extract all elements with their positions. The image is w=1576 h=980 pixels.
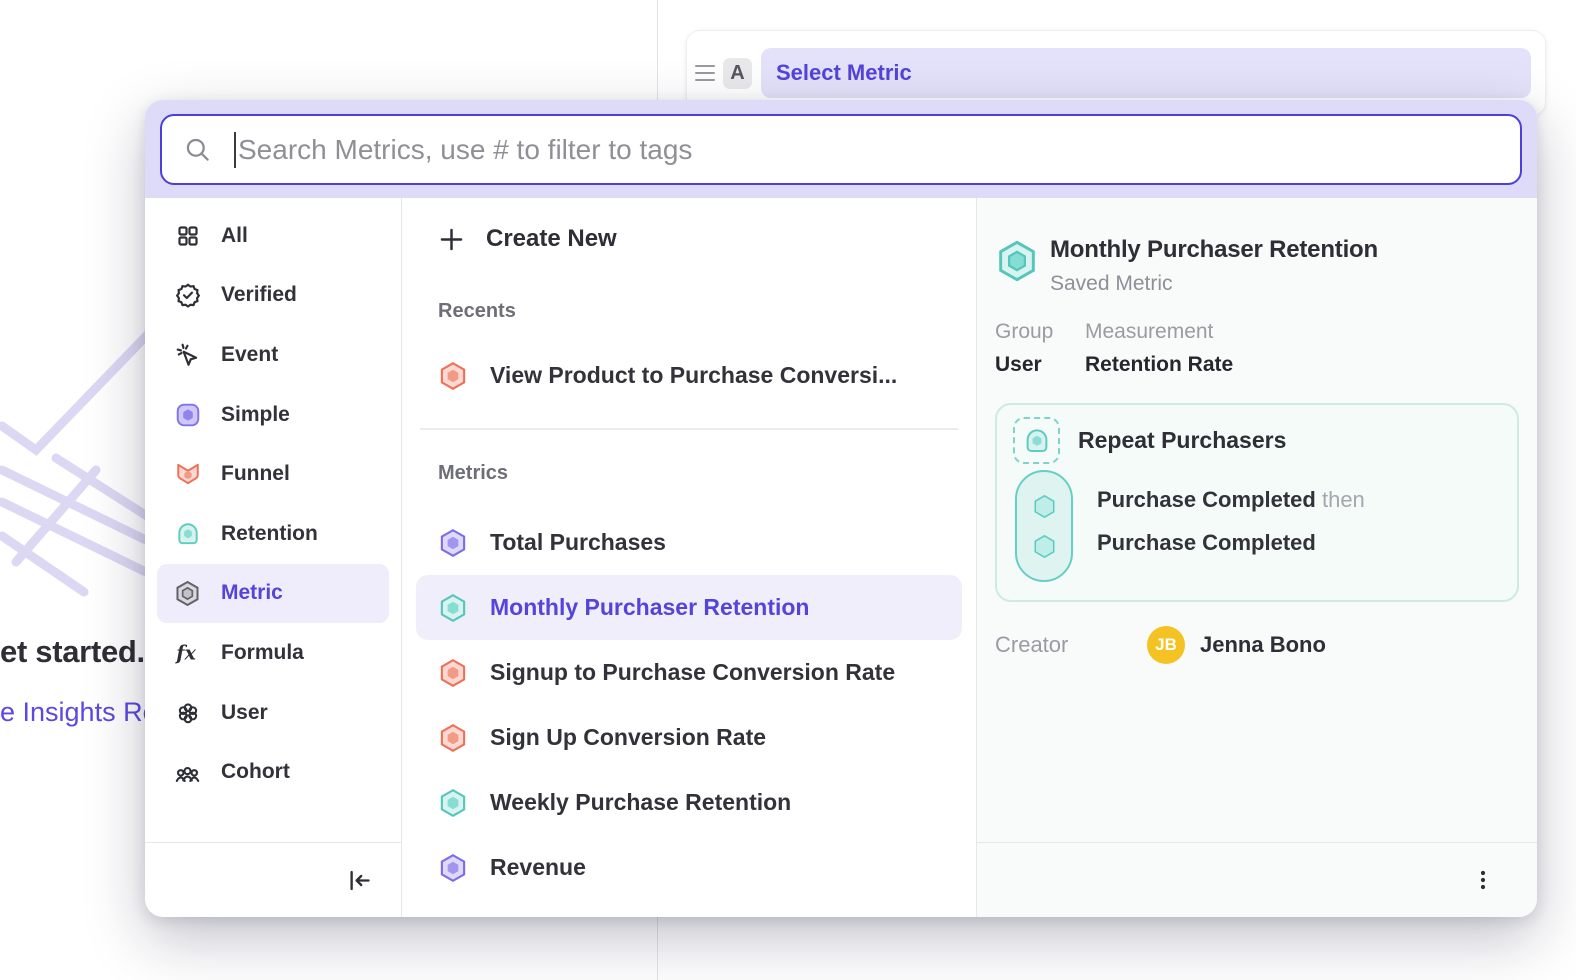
metric-list-item[interactable]: Revenue: [416, 835, 962, 900]
event-sequence-capsule: [1015, 470, 1073, 582]
sidebar-item-verified[interactable]: Verified: [157, 266, 389, 326]
sidebar-item-label: Verified: [221, 283, 297, 307]
sidebar-item-metric[interactable]: Metric: [157, 564, 389, 624]
cohort-icon: [174, 759, 201, 786]
event-hexagon-icon: [1031, 533, 1058, 560]
sidebar-item-label: Formula: [221, 641, 304, 665]
creator-label: Creator: [995, 632, 1147, 658]
more-options-icon[interactable]: [1471, 868, 1495, 892]
detail-footer: [977, 842, 1537, 917]
sidebar-item-label: Event: [221, 343, 278, 367]
metric-item-label: Revenue: [490, 854, 586, 881]
behavior-icon: [1013, 417, 1060, 464]
metric-item-label: Total Purchases: [490, 529, 666, 556]
sidebar-item-simple[interactable]: Simple: [157, 385, 389, 445]
metric-item-label: Weekly Purchase Retention: [490, 789, 791, 816]
detail-subtitle: Saved Metric: [1050, 272, 1378, 296]
behavior-step-1: Purchase Completed then: [1097, 487, 1365, 513]
sidebar-item-funnel[interactable]: Funnel: [157, 444, 389, 504]
sidebar-item-label: User: [221, 701, 268, 725]
recent-item[interactable]: View Product to Purchase Conversi...: [416, 343, 962, 408]
list-divider: [420, 428, 958, 430]
sidebar-item-formula[interactable]: fx Formula: [157, 623, 389, 683]
funnel-icon: [174, 461, 201, 488]
sidebar-item-label: Funnel: [221, 462, 290, 486]
detail-title: Monthly Purchaser Retention: [1050, 236, 1378, 264]
behavior-step-2: Purchase Completed: [1097, 530, 1365, 556]
group-value: User: [995, 353, 1085, 377]
retention-icon: [174, 520, 201, 547]
series-a-badge[interactable]: A: [723, 58, 752, 89]
purple-metric-icon: [438, 528, 468, 558]
creator-name: Jenna Bono: [1200, 632, 1326, 658]
sidebar-item-event[interactable]: Event: [157, 325, 389, 385]
sidebar-item-label: Cohort: [221, 760, 290, 784]
behavior-definition-card: Repeat Purchasers: [995, 403, 1519, 602]
sidebar-footer: [145, 842, 401, 917]
metric-list-item-selected[interactable]: Monthly Purchaser Retention: [416, 575, 962, 640]
teal-metric-icon: [438, 593, 468, 623]
saved-metric-icon: [995, 238, 1039, 284]
creator-avatar: JB: [1147, 626, 1185, 664]
funnel-metric-icon: [438, 361, 468, 391]
background-insights-link-fragment[interactable]: e Insights Re: [0, 697, 158, 728]
user-icon: [174, 699, 201, 726]
metrics-header: Metrics: [416, 462, 962, 485]
metric-list-column: Create New Recents View Product to Purch…: [402, 198, 977, 917]
filter-sidebar: All Verified: [145, 198, 402, 917]
sidebar-item-user[interactable]: User: [157, 683, 389, 743]
sidebar-item-label: Metric: [221, 581, 283, 605]
metric-detail-panel: Monthly Purchaser Retention Saved Metric…: [977, 198, 1537, 917]
create-new-label: Create New: [486, 225, 617, 253]
drag-handle-icon[interactable]: [695, 65, 715, 81]
orange-metric-icon: [438, 723, 468, 753]
verified-icon: [174, 282, 201, 309]
formula-icon: fx: [174, 639, 201, 666]
recent-item-label: View Product to Purchase Conversi...: [490, 362, 897, 389]
modal-header: Search Metrics, use # to filter to tags: [145, 100, 1537, 198]
metric-picker-modal: Search Metrics, use # to filter to tags …: [145, 100, 1537, 917]
sidebar-item-label: Retention: [221, 522, 318, 546]
teal-metric-icon: [438, 788, 468, 818]
behavior-title: Repeat Purchasers: [1078, 427, 1286, 454]
svg-text:fx: fx: [174, 642, 196, 665]
metric-icon: [174, 580, 201, 607]
measurement-value: Retention Rate: [1085, 353, 1233, 377]
recents-header: Recents: [416, 300, 962, 323]
measurement-label: Measurement: [1085, 320, 1233, 344]
metric-item-label: Sign Up Conversion Rate: [490, 724, 766, 751]
sidebar-item-all[interactable]: All: [157, 206, 389, 266]
sidebar-item-label: All: [221, 224, 248, 248]
create-new-button[interactable]: Create New: [416, 214, 962, 264]
text-cursor: [234, 132, 236, 168]
metric-list-item[interactable]: Sign Up Conversion Rate: [416, 705, 962, 770]
group-label: Group: [995, 320, 1085, 344]
event-icon: [174, 341, 201, 368]
event-hexagon-icon: [1031, 493, 1058, 520]
orange-metric-icon: [438, 658, 468, 688]
metric-item-label: Signup to Purchase Conversion Rate: [490, 659, 895, 686]
metric-item-label: Monthly Purchaser Retention: [490, 594, 809, 621]
select-metric-button[interactable]: Select Metric: [761, 48, 1531, 98]
simple-icon: [174, 401, 201, 428]
metric-list-item[interactable]: Signup to Purchase Conversion Rate: [416, 640, 962, 705]
sidebar-item-label: Simple: [221, 403, 290, 427]
collapse-panel-icon[interactable]: [346, 867, 373, 894]
search-input[interactable]: Search Metrics, use # to filter to tags: [160, 114, 1522, 185]
background-heading-fragment: et started.: [0, 634, 145, 670]
search-placeholder: Search Metrics, use # to filter to tags: [238, 134, 692, 166]
grid-icon: [174, 222, 201, 249]
plus-icon: [438, 226, 465, 253]
purple-metric-icon: [438, 853, 468, 883]
background-chart-decoration: [0, 330, 152, 610]
sidebar-item-retention[interactable]: Retention: [157, 504, 389, 564]
metric-list-item[interactable]: Total Purchases: [416, 510, 962, 575]
metric-list-item[interactable]: Weekly Purchase Retention: [416, 770, 962, 835]
search-icon: [184, 136, 211, 163]
sidebar-item-cohort[interactable]: Cohort: [157, 742, 389, 802]
